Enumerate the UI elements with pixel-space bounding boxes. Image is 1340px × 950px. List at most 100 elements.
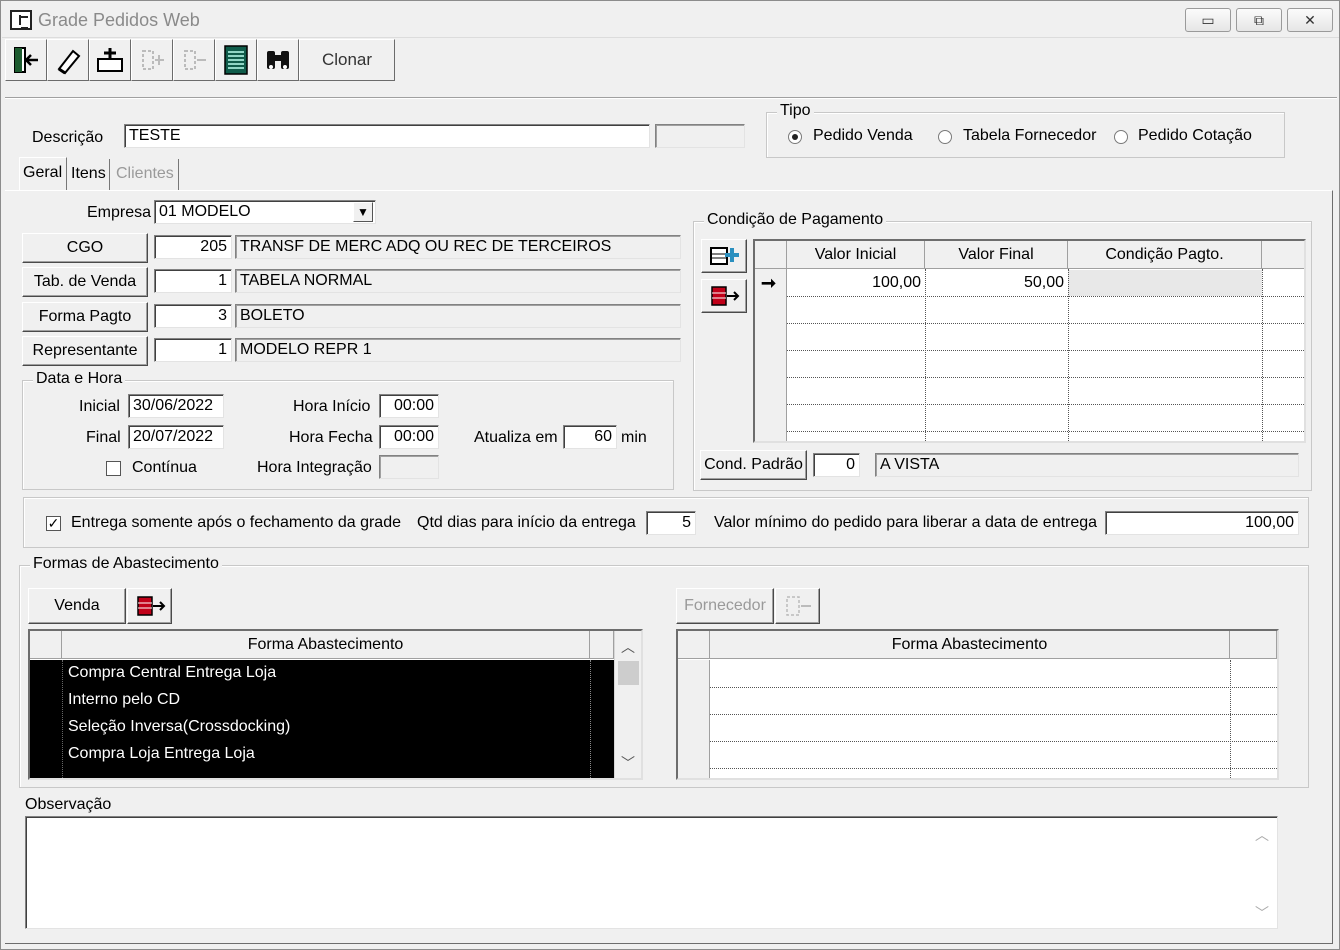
cond-padrao-code-input[interactable]: 0: [813, 453, 860, 477]
radio-pedido-cotacao[interactable]: [1114, 130, 1128, 144]
maximize-button[interactable]: ⧉: [1236, 8, 1282, 32]
cgo-code-input[interactable]: 205: [154, 235, 232, 259]
tipo-label: Tipo: [777, 102, 814, 120]
final-date-input[interactable]: 20/07/2022: [128, 425, 224, 449]
inicial-label: Inicial: [79, 398, 120, 415]
remove-row-icon: [711, 286, 740, 306]
list-item[interactable]: Compra Loja Entrega Loja: [30, 741, 614, 768]
radio-tabela-fornecedor-label: Tabela Fornecedor: [963, 127, 1097, 144]
hora-inicio-label: Hora Início: [293, 398, 371, 415]
exit-button[interactable]: [5, 39, 47, 81]
grid-hline: [787, 350, 1304, 351]
fornecedor-abastecimento-grid: Forma Abastecimento: [676, 629, 1279, 780]
tab-clientes[interactable]: Clientes: [113, 159, 179, 191]
forma-pagto-code-input[interactable]: 3: [154, 304, 232, 328]
col-filler: [590, 631, 614, 659]
list-item[interactable]: Interno pelo CD: [30, 687, 614, 714]
insert-button[interactable]: [131, 39, 173, 81]
vertical-scrollbar[interactable]: ︿ ﹀: [614, 631, 641, 778]
minimize-button[interactable]: ▭: [1185, 8, 1231, 32]
final-label: Final: [86, 429, 121, 446]
descricao-input[interactable]: TESTE: [124, 124, 650, 148]
qtd-dias-input[interactable]: 5: [646, 511, 696, 535]
row1-valor-inicial[interactable]: 100,00: [787, 270, 921, 296]
cgo-button[interactable]: CGO: [22, 233, 148, 263]
scroll-down-icon[interactable]: ﹀: [615, 753, 641, 773]
tab-venda-button[interactable]: Tab. de Venda: [22, 267, 148, 297]
tab-venda-code-input[interactable]: 1: [154, 269, 232, 293]
close-button[interactable]: ✕: [1287, 8, 1333, 32]
grid-hline: [710, 687, 1277, 688]
scroll-up-icon[interactable]: ︿: [1249, 825, 1275, 845]
inicial-date-input[interactable]: 30/06/2022: [128, 394, 224, 418]
radio-pedido-cotacao-label: Pedido Cotação: [1138, 127, 1252, 144]
chevron-down-icon[interactable]: ▼: [353, 202, 373, 222]
empresa-label: Empresa: [87, 204, 152, 221]
binoculars-icon: [267, 51, 289, 69]
list-item[interactable]: Compra Central Entrega Loja: [30, 660, 614, 687]
row-indicator-column: [678, 660, 710, 778]
col-valor-inicial[interactable]: Valor Inicial: [787, 241, 925, 269]
exit-icon: [14, 47, 38, 73]
remove-fornecedor-button[interactable]: [775, 588, 820, 624]
eraser-button[interactable]: [47, 39, 89, 81]
list-item-partial[interactable]: [30, 768, 614, 778]
list-button[interactable]: [215, 39, 257, 81]
entrega-checkbox-label: Entrega somente após o fechamento da gra…: [71, 514, 401, 531]
remove-venda-button[interactable]: [127, 588, 172, 624]
grid-corner: [755, 241, 787, 269]
condicao-grid: Valor Inicial Valor Final Condição Pagto…: [753, 239, 1306, 443]
add-record-button[interactable]: [89, 39, 131, 81]
observacao-scrollbar[interactable]: ︿ ﹀: [1249, 819, 1275, 926]
tab-geral[interactable]: Geral: [19, 157, 67, 191]
grid-hline: [710, 768, 1277, 769]
col-filler: [1230, 631, 1277, 659]
grid-corner: [678, 631, 710, 659]
forma-pagto-button[interactable]: Forma Pagto: [22, 302, 148, 332]
hora-integracao-input[interactable]: [379, 455, 439, 479]
add-row-icon: [710, 247, 739, 265]
search-button[interactable]: [257, 39, 299, 81]
list-item[interactable]: Seleção Inversa(Crossdocking): [30, 714, 614, 741]
remove-condicao-button[interactable]: [701, 279, 747, 313]
entrega-checkbox[interactable]: ✓: [46, 516, 61, 531]
main-window: Grade Pedidos Web ▭ ⧉ ✕ Clonar Descrição: [0, 0, 1340, 950]
representante-code-input[interactable]: 1: [154, 338, 232, 362]
fornecedor-button[interactable]: Fornecedor: [676, 588, 774, 624]
clonar-button[interactable]: Clonar: [299, 39, 395, 81]
continua-checkbox[interactable]: [106, 461, 121, 476]
col-condicao-pagto[interactable]: Condição Pagto.: [1068, 241, 1262, 269]
observacao-label: Observação: [25, 796, 112, 813]
grid-vline: [1230, 660, 1231, 778]
toolbar-separator: [5, 97, 1337, 99]
hora-fecha-input[interactable]: 00:00: [379, 425, 439, 449]
representante-button[interactable]: Representante: [22, 336, 148, 366]
row1-valor-final[interactable]: 50,00: [925, 270, 1064, 296]
add-condicao-button[interactable]: [701, 239, 747, 273]
col-valor-final[interactable]: Valor Final: [925, 241, 1068, 269]
scroll-up-icon[interactable]: ︿: [615, 637, 641, 657]
col-filler: [1262, 241, 1304, 269]
atualiza-unit: min: [621, 429, 647, 446]
delete-button[interactable]: [173, 39, 215, 81]
hora-inicio-input[interactable]: 00:00: [379, 394, 439, 418]
observacao-textarea[interactable]: [25, 816, 1278, 929]
venda-button[interactable]: Venda: [28, 588, 126, 624]
empresa-select[interactable]: 01 MODELO ▼: [154, 200, 376, 224]
tab-venda-desc-field: TABELA NORMAL: [235, 269, 681, 293]
valor-minimo-label: Valor mínimo do pedido para liberar a da…: [714, 514, 1098, 531]
qtd-dias-label: Qtd dias para início da entrega: [417, 514, 636, 531]
valor-minimo-input[interactable]: 100,00: [1105, 511, 1299, 535]
radio-pedido-venda[interactable]: [788, 130, 802, 144]
grid-vline: [590, 660, 591, 778]
col-forma-abastecimento[interactable]: Forma Abastecimento: [62, 631, 590, 659]
tab-itens[interactable]: Itens: [68, 159, 110, 191]
scroll-thumb[interactable]: [618, 661, 639, 685]
scroll-down-icon[interactable]: ﹀: [1249, 903, 1275, 923]
radio-tabela-fornecedor[interactable]: [938, 130, 952, 144]
grid-hline: [710, 714, 1277, 715]
app-icon: [10, 10, 32, 30]
col-forma-abastecimento-fornecedor[interactable]: Forma Abastecimento: [710, 631, 1230, 659]
atualiza-input[interactable]: 60: [563, 425, 617, 449]
cond-padrao-button[interactable]: Cond. Padrão: [700, 450, 807, 480]
